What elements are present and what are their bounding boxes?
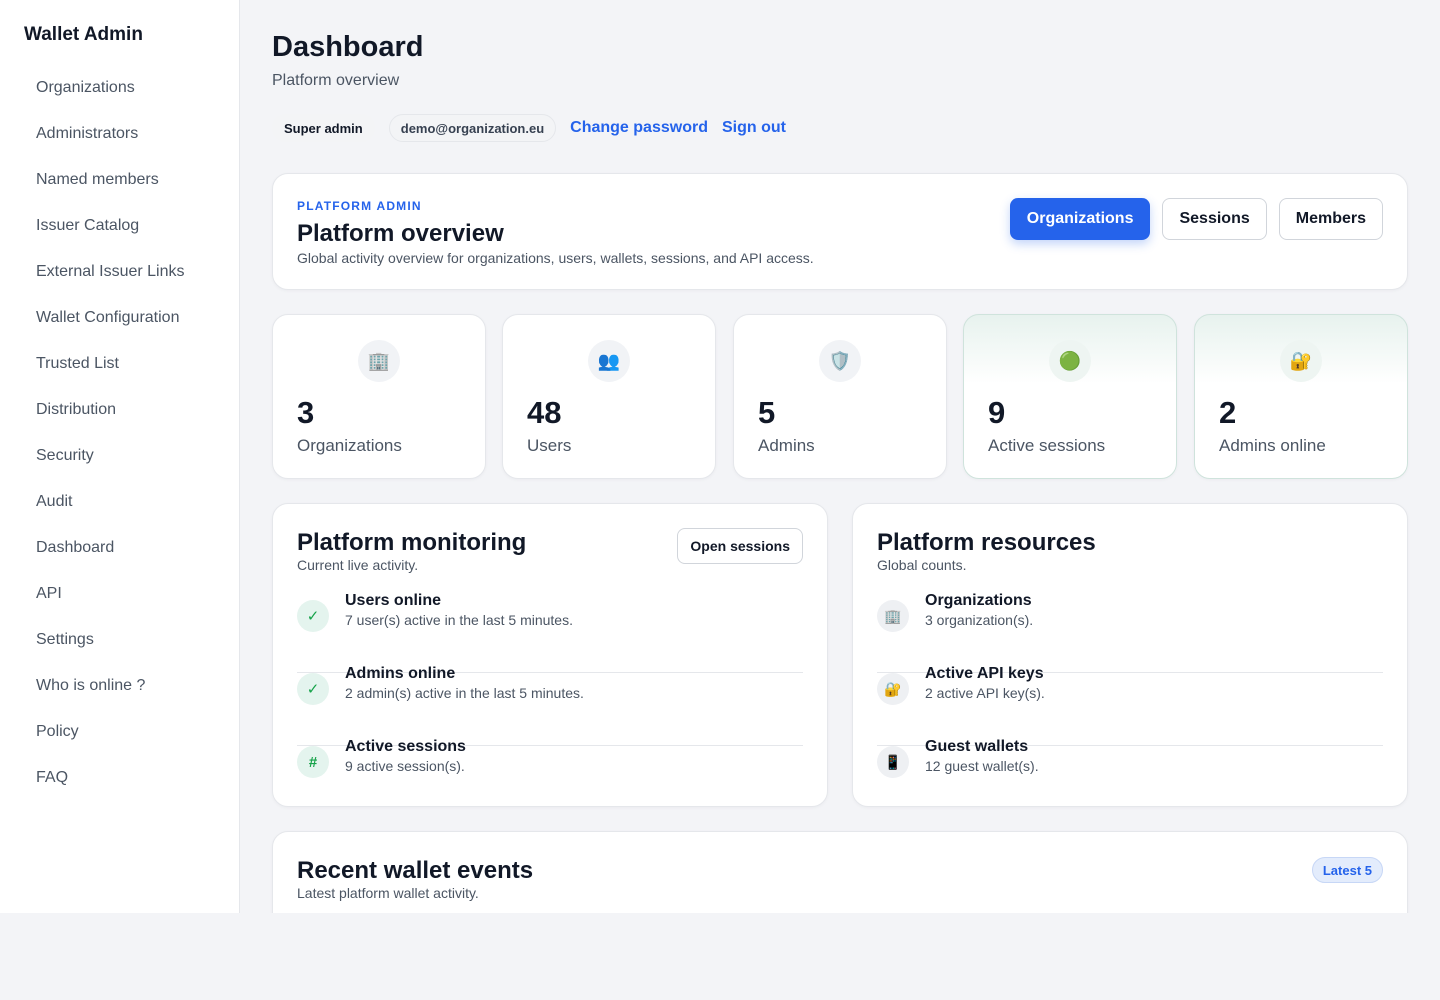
platform-monitoring-card: Platform monitoring Current live activit…	[272, 503, 828, 807]
hash-icon: #	[297, 746, 329, 778]
platform-resources-card: Platform resources Global counts. 🏢 Orga…	[852, 503, 1408, 807]
stat-card-active-sessions: 🟢 9 Active sessions	[963, 314, 1177, 479]
stat-label: Admins online	[1219, 436, 1326, 455]
user-bar: Super admin demo@organization.eu Change …	[272, 114, 786, 142]
page-subtitle: Platform overview	[272, 72, 400, 89]
sign-out-link[interactable]: Sign out	[722, 119, 786, 137]
sidebar-item-api[interactable]: API	[36, 583, 185, 629]
stat-value: 5	[758, 395, 776, 430]
page-title: Dashboard	[272, 31, 424, 63]
item-title: Admins online	[345, 665, 456, 682]
members-button[interactable]: Members	[1278, 198, 1383, 240]
sidebar-item-issuer-catalog[interactable]: Issuer Catalog	[36, 215, 185, 261]
resources-title: Platform resources	[877, 529, 1096, 556]
shield-icon: 🛡️	[819, 340, 861, 382]
sidebar-item-external-issuer-links[interactable]: External Issuer Links	[36, 261, 185, 307]
list-item: # Active sessions 9 active session(s).	[297, 738, 803, 819]
sidebar-item-wallet-configuration[interactable]: Wallet Configuration	[36, 307, 185, 353]
sidebar-item-faq[interactable]: FAQ	[36, 767, 185, 813]
item-title: Organizations	[925, 592, 1032, 609]
sidebar-item-organizations[interactable]: Organizations	[36, 77, 185, 123]
check-icon: ✓	[297, 600, 329, 632]
building-icon: 🏢	[877, 600, 909, 632]
list-item: 🏢 Organizations 3 organization(s).	[877, 592, 1383, 673]
list-item: 🔐 Active API keys 2 active API key(s).	[877, 665, 1383, 746]
item-description: 12 guest wallet(s).	[925, 758, 1039, 774]
users-icon: 👥	[588, 340, 630, 382]
resources-subtitle: Global counts.	[877, 557, 967, 573]
item-description: 2 active API key(s).	[925, 685, 1045, 701]
item-description: 3 organization(s).	[925, 612, 1034, 628]
recent-wallet-events-card: Recent wallet events Latest platform wal…	[272, 831, 1408, 913]
list-item: ✓ Admins online 2 admin(s) active in the…	[297, 665, 803, 746]
user-email-badge: demo@organization.eu	[388, 114, 557, 142]
check-icon: ✓	[297, 673, 329, 705]
list-item: ✓ Users online 7 user(s) active in the l…	[297, 592, 803, 673]
item-title: Active API keys	[925, 665, 1044, 682]
sidebar-item-administrators[interactable]: Administrators	[36, 123, 185, 169]
overview-actions: Organizations Sessions Members	[1009, 198, 1383, 240]
open-sessions-button[interactable]: Open sessions	[677, 528, 803, 564]
platform-overview-card: PLATFORM ADMIN Platform overview Global …	[272, 173, 1408, 290]
latest-badge: Latest 5	[1311, 857, 1383, 883]
sidebar-item-named-members[interactable]: Named members	[36, 169, 185, 215]
events-subtitle: Latest platform wallet activity.	[297, 885, 479, 901]
stat-value: 2	[1219, 395, 1237, 430]
item-description: 9 active session(s).	[345, 758, 465, 774]
stat-label: Active sessions	[988, 436, 1106, 455]
list-item: 📱 Guest wallets 12 guest wallet(s).	[877, 738, 1383, 819]
sidebar-item-dashboard[interactable]: Dashboard	[36, 537, 185, 583]
lock-key-icon: 🔐	[877, 673, 909, 705]
sidebar-nav: Organizations Administrators Named membe…	[36, 77, 185, 813]
mobile-phone-icon: 📱	[877, 746, 909, 778]
stat-card-admins: 🛡️ 5 Admins	[733, 314, 947, 479]
sidebar-item-distribution[interactable]: Distribution	[36, 399, 185, 445]
sessions-button[interactable]: Sessions	[1162, 198, 1267, 240]
sidebar-item-who-is-online[interactable]: Who is online ?	[36, 675, 185, 721]
stat-value: 9	[988, 395, 1006, 430]
brand-title: Wallet Admin	[24, 24, 143, 45]
item-title: Guest wallets	[925, 738, 1029, 755]
main-content: Dashboard Platform overview Super admin …	[240, 0, 1440, 913]
sidebar-item-audit[interactable]: Audit	[36, 491, 185, 537]
sidebar: Wallet Admin Organizations Administrator…	[0, 0, 240, 913]
stat-label: Organizations	[297, 436, 402, 455]
overview-eyebrow: PLATFORM ADMIN	[297, 199, 422, 213]
green-dot-icon: 🟢	[1049, 340, 1091, 382]
sidebar-item-settings[interactable]: Settings	[36, 629, 185, 675]
item-description: 7 user(s) active in the last 5 minutes.	[345, 612, 573, 628]
monitoring-title: Platform monitoring	[297, 529, 527, 556]
events-title: Recent wallet events	[297, 857, 534, 884]
monitoring-subtitle: Current live activity.	[297, 557, 419, 573]
change-password-link[interactable]: Change password	[570, 119, 708, 137]
sidebar-item-trusted-list[interactable]: Trusted List	[36, 353, 185, 399]
stat-card-admins-online: 🔐 2 Admins online	[1194, 314, 1408, 479]
item-title: Active sessions	[345, 738, 466, 755]
item-title: Users online	[345, 592, 442, 609]
sidebar-item-security[interactable]: Security	[36, 445, 185, 491]
sidebar-item-policy[interactable]: Policy	[36, 721, 185, 767]
organizations-button[interactable]: Organizations	[1009, 198, 1151, 240]
overview-description: Global activity overview for organizatio…	[297, 250, 814, 266]
lock-key-icon: 🔐	[1280, 340, 1322, 382]
item-description: 2 admin(s) active in the last 5 minutes.	[345, 685, 584, 701]
building-icon: 🏢	[358, 340, 400, 382]
stat-label: Admins	[758, 436, 815, 455]
stat-card-users: 👥 48 Users	[502, 314, 716, 479]
role-badge: Super admin	[272, 114, 375, 142]
stat-value: 3	[297, 395, 315, 430]
stat-label: Users	[527, 436, 572, 455]
stat-value: 48	[527, 395, 562, 430]
stat-card-organizations: 🏢 3 Organizations	[272, 314, 486, 479]
overview-title: Platform overview	[297, 220, 504, 247]
